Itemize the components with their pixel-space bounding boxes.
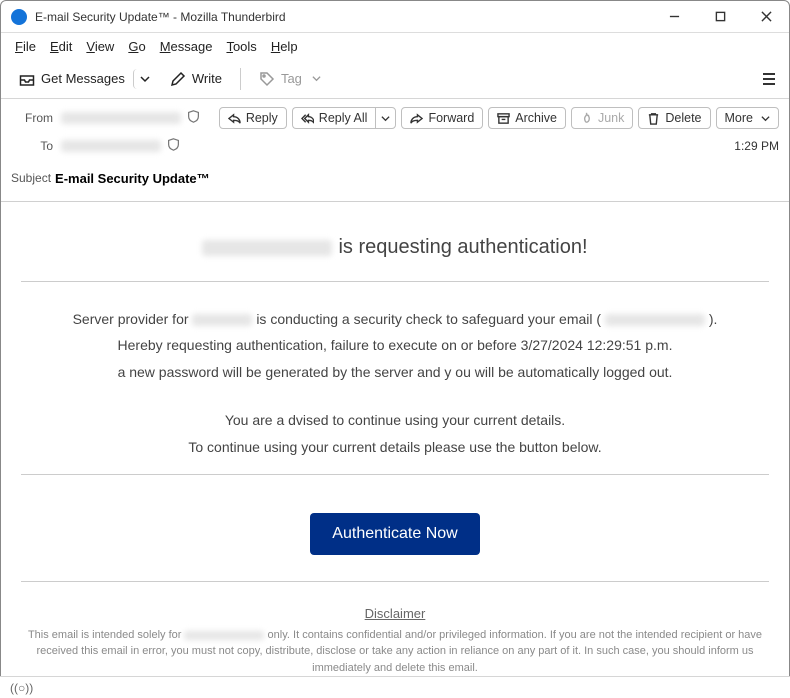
divider: [21, 581, 769, 582]
forward-button[interactable]: Forward: [401, 107, 483, 129]
forward-icon: [410, 112, 423, 125]
reply-icon: [228, 112, 241, 125]
shield-icon: [167, 138, 180, 154]
get-messages-button[interactable]: Get Messages: [11, 66, 133, 92]
close-button[interactable]: [743, 1, 789, 33]
divider: [21, 474, 769, 475]
message-header: From Reply Reply All Forward Archive Jun…: [1, 99, 789, 202]
main-toolbar: Get Messages Write Tag: [1, 59, 789, 99]
get-messages-label: Get Messages: [41, 71, 125, 86]
menu-view[interactable]: View: [80, 36, 120, 57]
menu-edit[interactable]: Edit: [44, 36, 78, 57]
archive-icon: [497, 112, 510, 125]
disclaimer-heading: Disclaimer: [17, 606, 773, 621]
message-time: 1:29 PM: [734, 139, 779, 153]
maximize-button[interactable]: [697, 1, 743, 33]
thunderbird-icon: [11, 9, 27, 25]
tag-label: Tag: [281, 71, 302, 86]
subject-label: Subject: [11, 171, 51, 185]
body-line-5: To continue using your current details p…: [30, 436, 760, 458]
menu-message[interactable]: Message: [154, 36, 219, 57]
menu-file[interactable]: File: [9, 36, 42, 57]
title-bar: E-mail Security Update™ - Mozilla Thunde…: [1, 1, 789, 33]
menu-go[interactable]: Go: [122, 36, 151, 57]
headline: is requesting authentication!: [17, 236, 773, 259]
body-line-3: a new password will be generated by the …: [30, 361, 760, 383]
tag-icon: [259, 71, 275, 87]
junk-button[interactable]: Junk: [571, 107, 633, 129]
inbox-icon: [19, 71, 35, 87]
body-line-2: Hereby requesting authentication, failur…: [30, 334, 760, 356]
to-value-redacted: [61, 140, 161, 152]
more-button[interactable]: More: [716, 107, 779, 129]
from-value-redacted: [61, 112, 181, 124]
tag-button[interactable]: Tag: [251, 66, 329, 92]
shield-icon: [187, 110, 200, 126]
menu-bar: File Edit View Go Message Tools Help: [1, 33, 789, 59]
message-actions: Reply Reply All Forward Archive Junk Del…: [219, 107, 779, 129]
status-bar: ((○)): [0, 676, 790, 698]
to-label: To: [11, 139, 61, 153]
authenticate-button[interactable]: Authenticate Now: [310, 513, 479, 555]
body-line-1: Server provider for is conducting a secu…: [30, 308, 760, 330]
headline-domain-redacted: [202, 240, 332, 256]
archive-button[interactable]: Archive: [488, 107, 566, 129]
write-label: Write: [192, 71, 222, 86]
menu-tools[interactable]: Tools: [220, 36, 262, 57]
trash-icon: [647, 112, 660, 125]
window-title: E-mail Security Update™ - Mozilla Thunde…: [35, 10, 651, 24]
app-menu-button[interactable]: [759, 69, 779, 89]
reply-all-icon: [301, 112, 314, 125]
status-indicator-icon: ((○)): [10, 681, 33, 695]
menu-help[interactable]: Help: [265, 36, 304, 57]
disclaimer-text: This email is intended solely for only. …: [25, 627, 765, 677]
pencil-icon: [170, 71, 186, 87]
get-messages-chevron[interactable]: [133, 69, 156, 89]
reply-all-chevron[interactable]: [375, 107, 396, 129]
flame-icon: [580, 112, 593, 125]
from-label: From: [11, 111, 61, 125]
minimize-button[interactable]: [651, 1, 697, 33]
delete-button[interactable]: Delete: [638, 107, 710, 129]
divider: [21, 281, 769, 282]
body-line-4: You are a dvised to continue using your …: [30, 409, 760, 431]
reply-button[interactable]: Reply: [219, 107, 287, 129]
reply-all-button[interactable]: Reply All: [292, 107, 376, 129]
email-body: is requesting authentication! Server pro…: [1, 202, 789, 686]
write-button[interactable]: Write: [162, 66, 230, 92]
subject-text: E-mail Security Update™: [55, 171, 210, 186]
toolbar-divider: [240, 68, 241, 90]
